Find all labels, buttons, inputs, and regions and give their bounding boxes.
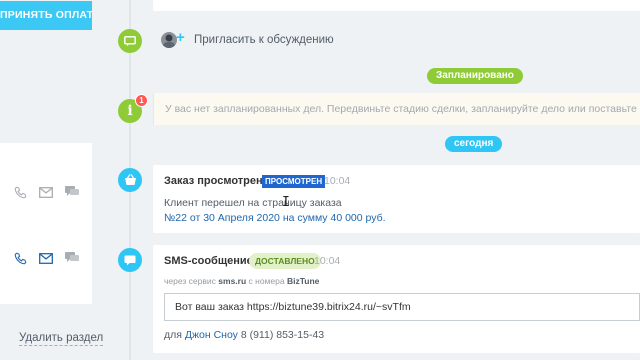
phone-icon[interactable] <box>12 184 28 200</box>
text-cursor-icon: I <box>282 195 290 210</box>
via-prefix: через сервис <box>164 276 216 286</box>
invite-row[interactable]: + Пригласить к обсуждению <box>153 26 640 56</box>
invite-label[interactable]: Пригласить к обсуждению <box>194 34 334 46</box>
left-panel: ПРИНЯТЬ ОПЛАТУ Удалить раздел <box>0 0 104 360</box>
sms-service: sms.ru <box>218 276 247 286</box>
via-mid: с номера <box>248 276 285 286</box>
sms-title: SMS-сообщение <box>164 255 253 267</box>
delete-section-link[interactable]: Удалить раздел <box>19 331 104 346</box>
accept-payment-button[interactable]: ПРИНЯТЬ ОПЛАТУ <box>0 1 92 30</box>
chat-icon[interactable] <box>64 184 80 200</box>
chat-icon[interactable] <box>64 250 80 266</box>
basket-node-icon <box>118 168 142 192</box>
sms-recipient: для Джон Сноу 8 (911) 853-15-43 <box>164 329 324 341</box>
notice-text: У вас нет запланированных дел. Передвинь… <box>165 103 640 115</box>
contact-card <box>0 143 92 304</box>
planned-divider: Запланировано <box>427 68 523 84</box>
contact-row <box>12 250 82 268</box>
sms-message-text: Вот ваш заказ https://biztune39.bitrix24… <box>175 301 411 313</box>
sms-node-icon <box>118 248 142 272</box>
order-viewed-description: Клиент перешел на страницу заказа <box>164 197 342 209</box>
recipient-phone: 8 (911) 853-15-43 <box>240 329 325 341</box>
order-link[interactable]: №22 от 30 Апреля 2020 на сумму 40 000 ру… <box>164 212 386 224</box>
add-participant-icon[interactable]: + <box>176 29 185 46</box>
notification-badge: 1 <box>135 94 148 107</box>
no-activities-notice: У вас нет запланированных дел. Передвинь… <box>153 93 640 125</box>
mail-icon[interactable] <box>38 250 54 266</box>
contact-row <box>12 184 82 202</box>
order-viewed-card: Заказ просмотрен ПРОСМОТРЕН 10:04 Клиент… <box>153 165 640 233</box>
mail-icon[interactable] <box>38 184 54 200</box>
phone-icon[interactable] <box>12 250 28 266</box>
viewed-status-tag: ПРОСМОТРЕН <box>262 175 326 188</box>
order-viewed-title: Заказ просмотрен <box>164 175 263 187</box>
recipient-name-link[interactable]: Джон Сноу <box>185 329 238 341</box>
previous-card <box>153 0 640 11</box>
sms-card: SMS-сообщение ДОСТАВЛЕНО 10:04 через сер… <box>153 245 640 353</box>
sms-time: 10:04 <box>314 255 341 267</box>
avatar <box>161 32 177 48</box>
today-divider: сегодня <box>445 136 503 152</box>
to-prefix: для <box>164 329 182 341</box>
sms-message-box: Вот ваш заказ https://biztune39.bitrix24… <box>164 293 640 321</box>
sms-sender: BizTune <box>286 276 320 286</box>
chat-node-icon <box>118 29 142 53</box>
order-viewed-time: 10:04 <box>324 175 351 187</box>
sms-via: через сервис sms.ru с номера BizTune <box>164 276 319 286</box>
delivered-status-tag: ДОСТАВЛЕНО <box>249 253 321 269</box>
